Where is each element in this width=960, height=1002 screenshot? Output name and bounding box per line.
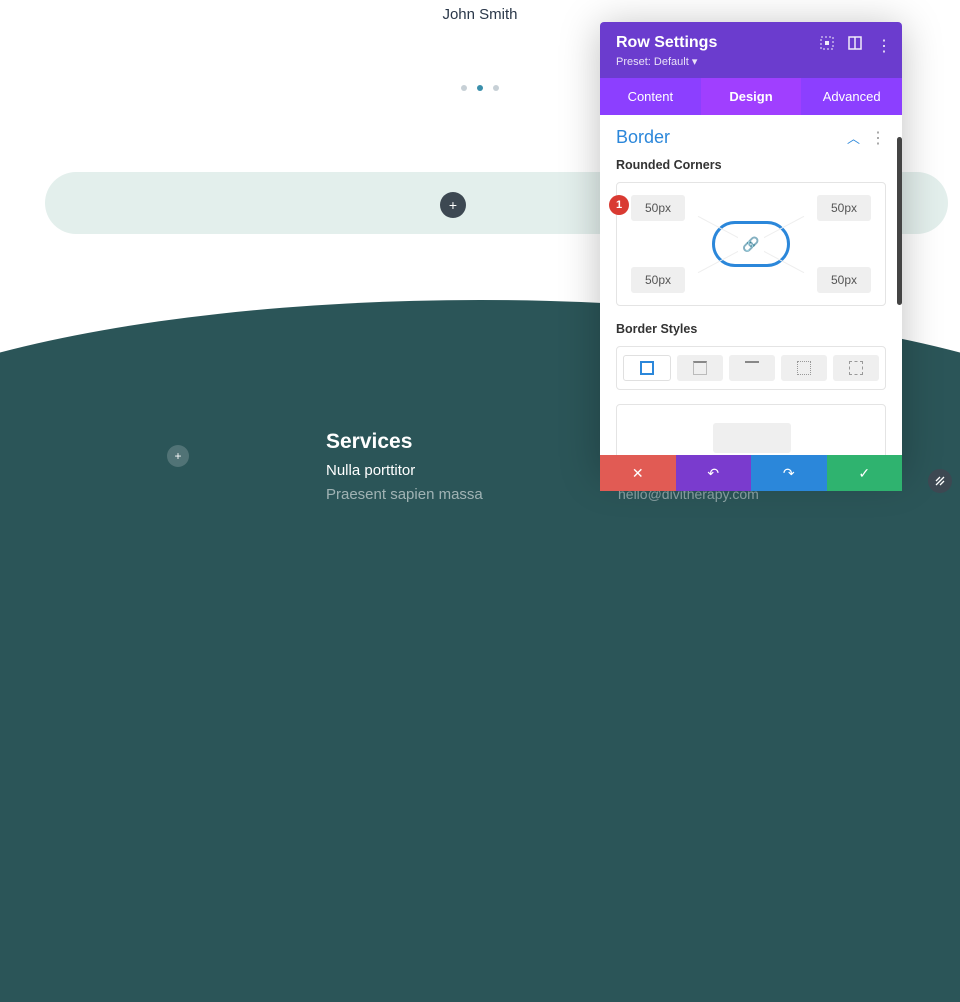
settings-tabs: Content Design Advanced xyxy=(600,78,902,115)
check-icon: ✓ xyxy=(858,465,870,482)
redo-button[interactable]: ↷ xyxy=(751,455,827,491)
snap-icon[interactable] xyxy=(820,36,834,56)
link-corners-toggle[interactable]: 🔗 xyxy=(712,221,790,267)
slider-dot-active[interactable] xyxy=(477,85,483,91)
corner-bottom-left-input[interactable] xyxy=(631,267,685,293)
corner-top-right-input[interactable] xyxy=(817,195,871,221)
add-module-button[interactable]: + xyxy=(440,192,466,218)
border-extra-control xyxy=(616,404,886,460)
border-style-dashed[interactable] xyxy=(833,355,879,381)
tab-content[interactable]: Content xyxy=(600,78,701,115)
cancel-button[interactable]: ✕ xyxy=(600,455,676,491)
callout-badge: 1 xyxy=(609,195,629,215)
panel-scrollbar[interactable] xyxy=(897,137,902,305)
border-preview xyxy=(713,423,791,453)
section-title-border[interactable]: Border xyxy=(616,127,670,148)
services-heading: Services xyxy=(326,430,412,454)
corner-top-left-input[interactable] xyxy=(631,195,685,221)
undo-button[interactable]: ↶ xyxy=(676,455,752,491)
services-item: Nulla porttitor xyxy=(326,462,415,479)
corner-bottom-right-input[interactable] xyxy=(817,267,871,293)
slider-dot[interactable] xyxy=(461,85,467,91)
border-style-all[interactable] xyxy=(623,355,671,381)
section-kebab-icon[interactable]: ⋮ xyxy=(870,128,886,148)
save-button[interactable]: ✓ xyxy=(827,455,903,491)
undo-icon: ↶ xyxy=(707,465,719,482)
row-settings-panel: Row Settings Preset: Default ▾ ⋮ Content… xyxy=(600,22,902,472)
border-styles-label: Border Styles xyxy=(616,322,886,336)
tab-advanced[interactable]: Advanced xyxy=(801,78,902,115)
chevron-up-icon[interactable]: ︿ xyxy=(847,128,860,147)
panel-header[interactable]: Row Settings Preset: Default ▾ ⋮ xyxy=(600,22,902,78)
tab-design[interactable]: Design xyxy=(701,78,802,115)
add-section-button[interactable]: + xyxy=(167,445,189,467)
author-name: John Smith xyxy=(0,6,960,23)
border-style-dotted[interactable] xyxy=(781,355,827,381)
panel-footer: ✕ ↶ ↷ ✓ xyxy=(600,455,902,491)
services-item: Praesent sapien massa xyxy=(326,486,483,503)
rounded-corners-control: 🔗 xyxy=(616,182,886,306)
border-section: Border ︿ ⋮ Rounded Corners 🔗 Border Styl… xyxy=(600,115,902,472)
slider-dot[interactable] xyxy=(493,85,499,91)
preset-selector[interactable]: Preset: Default ▾ xyxy=(616,55,886,68)
border-style-top[interactable] xyxy=(677,355,723,381)
border-styles-control xyxy=(616,346,886,390)
resize-icon xyxy=(934,475,946,487)
rounded-corners-label: Rounded Corners xyxy=(616,158,886,172)
chevron-down-icon: ▾ xyxy=(692,56,698,68)
expand-icon[interactable] xyxy=(848,36,862,56)
kebab-menu-icon[interactable]: ⋮ xyxy=(876,36,892,56)
close-icon: ✕ xyxy=(632,465,644,482)
border-style-right[interactable] xyxy=(729,355,775,381)
link-icon: 🔗 xyxy=(738,236,763,253)
redo-icon: ↷ xyxy=(783,465,795,482)
resize-handle[interactable] xyxy=(928,469,952,493)
